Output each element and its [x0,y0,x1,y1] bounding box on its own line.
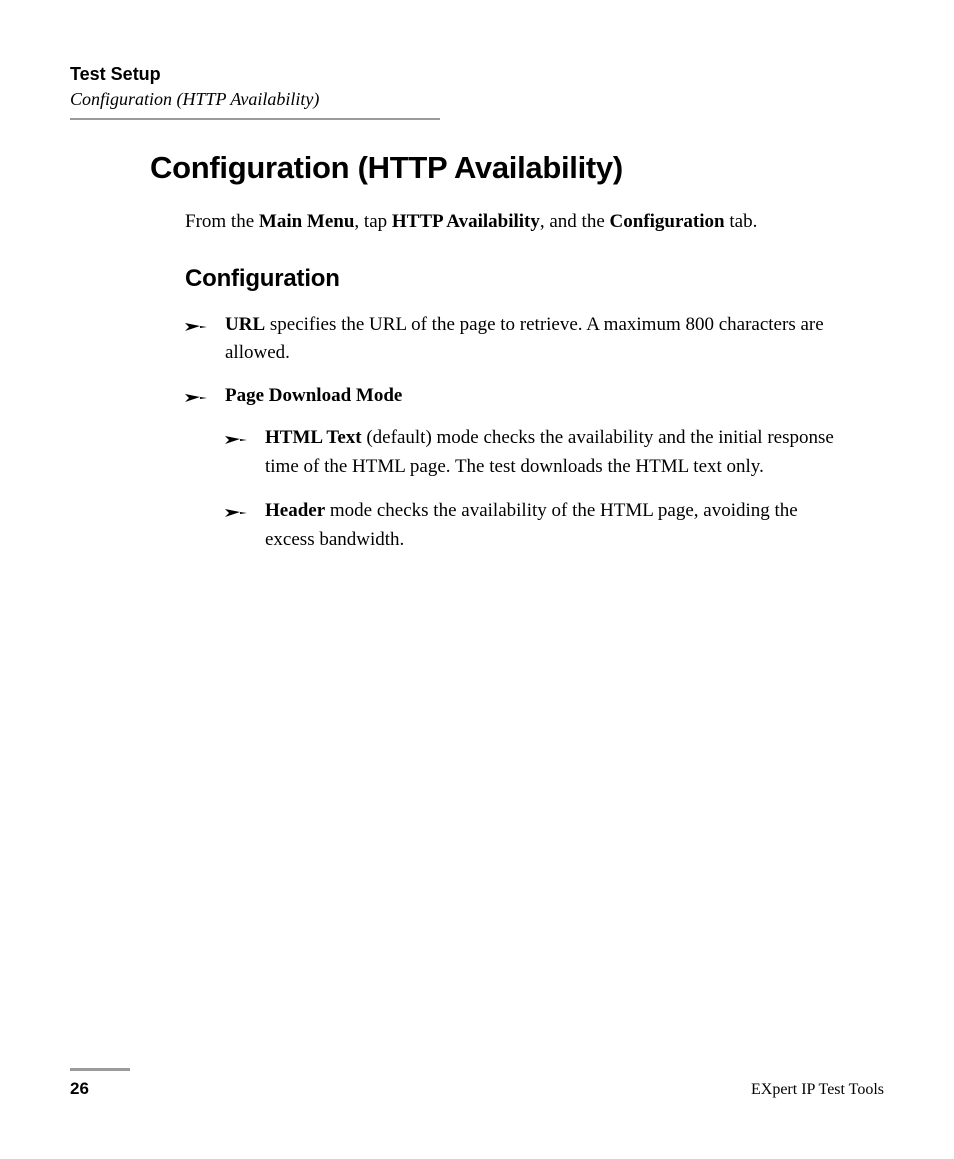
main-heading: Configuration (HTTP Availability) [150,150,884,186]
intro-bold-config: Configuration [610,211,725,232]
intro-text: From the [185,211,259,232]
intro-bold-http: HTTP Availability [392,211,540,232]
nested-text: mode checks the availability of the HTML… [265,500,798,550]
chapter-title: Test Setup [70,64,884,85]
intro-text: , and the [540,211,610,232]
section-title: Configuration (HTTP Availability) [70,89,884,110]
nested-bold: Header [265,500,325,521]
bullet-bold: URL [225,314,265,335]
bullet-bold: Page Download Mode [225,385,402,406]
list-item: Header mode checks the availability of t… [225,497,834,554]
footer-row: 26 EXpert IP Test Tools [70,1079,884,1099]
page-header: Test Setup Configuration (HTTP Availabil… [70,64,884,120]
list-item: Page Download Mode [185,382,834,411]
intro-bold-mainmenu: Main Menu [259,211,355,232]
arrow-icon [185,315,207,344]
page-number: 26 [70,1079,89,1099]
list-item: HTML Text (default) mode checks the avai… [225,424,834,481]
nested-list: HTML Text (default) mode checks the avai… [225,424,834,554]
intro-paragraph: From the Main Menu, tap HTTP Availabilit… [185,208,844,237]
intro-text: tab. [725,211,758,232]
list-item: URL specifies the URL of the page to ret… [185,311,834,368]
intro-text: , tap [354,211,391,232]
arrow-icon [185,386,207,415]
footer-rule [70,1068,130,1071]
bullet-list: URL specifies the URL of the page to ret… [185,311,834,411]
sub-heading: Configuration [185,265,884,293]
nested-bold: HTML Text [265,427,362,448]
header-rule [70,118,440,120]
bullet-text: specifies the URL of the page to retriev… [225,314,824,364]
page-footer: 26 EXpert IP Test Tools [70,1068,884,1099]
arrow-icon [225,501,247,530]
arrow-icon [225,428,247,457]
product-name: EXpert IP Test Tools [751,1081,884,1099]
